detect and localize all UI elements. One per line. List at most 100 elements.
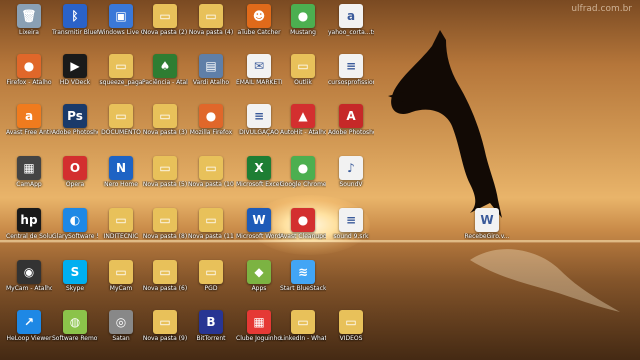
photoshop-icon: Ps [63, 104, 87, 128]
desktop-icon-label: Vardi Atalho [192, 79, 230, 86]
desktop-icon[interactable]: ▦ Clube Joguinhos [236, 310, 282, 342]
desktop-icon[interactable]: ▭ squeeze_paga [98, 54, 144, 86]
desktop-icon[interactable]: ◎ Satan [98, 310, 144, 342]
computer-icon: ▤ [199, 54, 223, 78]
desktop-icon[interactable]: ▭ DOCUMENTO [98, 104, 144, 136]
desktop-icon[interactable]: WMicrosoft Word 2010 [236, 208, 282, 240]
desktop-icon[interactable]: ● Google Chrome [280, 156, 326, 188]
desktop-icon-label: Avast Free Antivirus [6, 129, 52, 136]
desktop-icon[interactable]: ▤ Vardi Atalho [188, 54, 234, 86]
desktop-icon[interactable]: ● Firefox - Atalho [6, 54, 52, 86]
desktop-icon-label: HeLoop Viewer [6, 335, 52, 342]
desktop-icon-label: yahoo_corta...ts Atalho [328, 29, 374, 36]
desktop-icon[interactable]: ᛒTransmitir Bluetooth [52, 4, 98, 36]
desktop-icon[interactable]: ▭ Nova pasta (4) [188, 4, 234, 36]
desktop-icon-label: Nova pasta (10) [188, 181, 234, 188]
document-icon: ≡ [339, 54, 363, 78]
desktop-icon[interactable]: ▦ CamApp [6, 156, 52, 188]
desktop-icon[interactable]: ▭LinkedIn - WhatsApp ... [280, 310, 326, 342]
chrome-icon: ● [291, 156, 315, 180]
desktop-icon[interactable]: ≋ Start BlueStacks [280, 260, 326, 292]
desktop-icon[interactable]: W RecebeGiro.v... [464, 208, 510, 240]
desktop-icon[interactable]: S Skype [52, 260, 98, 292]
desktop-icon[interactable]: ◍Software Remove Master v5.0.1.3 [52, 310, 98, 342]
desktop-icon[interactable]: ▭ Nova pasta (6) [142, 260, 188, 292]
desktop-icon-label: Firefox - Atalho [6, 79, 52, 86]
document-icon: ≡ [339, 208, 363, 232]
bluetooth-icon: ᛒ [63, 4, 87, 28]
desktop-icon[interactable]: O Opera [52, 156, 98, 188]
folder-icon: ▭ [109, 54, 133, 78]
desktop-icon[interactable]: B BitTorrent [188, 310, 234, 342]
desktop-icon[interactable]: ▭ Nova pasta (5) [142, 156, 188, 188]
desktop-icon[interactable]: ●Avast Cleanupdate [280, 208, 326, 240]
desktop-icon[interactable]: ● Mozilla Firefox [188, 104, 234, 136]
desktop-icon[interactable]: AAdobe Photoshop CS5 [328, 104, 374, 136]
desktop-icon[interactable]: ▭ MyCam [98, 260, 144, 292]
desktop-icon-label: Nova pasta (11) [188, 233, 234, 240]
desktop-icon[interactable]: ▶ HD VDeck [52, 54, 98, 86]
viewer-icon: ↗ [17, 310, 41, 334]
desktop-icon[interactable]: ≡ sound 9.srk [328, 208, 374, 240]
desktop-icon[interactable]: ▭ Nova pasta (11) [188, 208, 234, 240]
folder-icon: ▭ [153, 208, 177, 232]
desktop-icon[interactable]: ▲ AutoHit - Atalho [280, 104, 326, 136]
desktop-icon[interactable]: ▭ Nova pasta (2) [142, 4, 188, 36]
desktop-icon[interactable]: ▣Windows Live Galeria de Fotos [98, 4, 144, 36]
desktop-icon-label: Nova pasta (3) [142, 129, 188, 136]
desktop-icon[interactable]: ◆ Apps [236, 260, 282, 292]
word-doc-icon: W [475, 208, 499, 232]
camapp-icon: ▦ [17, 156, 41, 180]
desktop-icon-label: Adobe Photoshop CS5 [328, 129, 374, 136]
desktop-icon[interactable]: PsAdobe Photoshop ... [52, 104, 98, 136]
document-icon: ✉ [247, 54, 271, 78]
desktop-icon[interactable]: ● Mustang [280, 4, 326, 36]
android-icon: ◆ [247, 260, 271, 284]
firefox-icon: ● [199, 104, 223, 128]
desktop-icon[interactable]: ≡cursosprofissionais (1) - Atalho [328, 54, 374, 86]
desktop-icon-label: BitTorrent [196, 335, 226, 342]
desktop-icon-label: Nova pasta (8) [142, 233, 188, 240]
desktop-icon[interactable]: ▭ Nova pasta (8) [142, 208, 188, 240]
acrobat-icon: A [339, 104, 363, 128]
desktop-icon[interactable]: ayahoo_corta...ts Atalho [328, 4, 374, 36]
skype-icon: S [63, 260, 87, 284]
document-icon: ≡ [247, 104, 271, 128]
desktop-icon[interactable]: ♪ SoundV [328, 156, 374, 188]
desktop-icon[interactable]: N Nero Home [98, 156, 144, 188]
desktop-icon-label: Software Remove Master v5.0.1.3 [52, 335, 98, 342]
desktop-icon[interactable]: ▭ Nova pasta (9) [142, 310, 188, 342]
desktop-icon-label: Outlik [294, 79, 312, 86]
desktop-icon-label: Apps [251, 285, 267, 292]
folder-icon: ▭ [153, 310, 177, 334]
desktop-icon[interactable]: aAvast Free Antivirus [6, 104, 52, 136]
desktop-icon[interactable]: ♠Paciência - Atalho [142, 54, 188, 86]
desktop-icon[interactable]: ◉ MyCam - Atalho [6, 260, 52, 292]
desktop-icon[interactable]: ▭ Nova pasta (10) [188, 156, 234, 188]
desktop-icon-label: CamApp [16, 181, 42, 188]
desktop-icon[interactable]: hpCentral de Soluções HP [6, 208, 52, 240]
desktop-icon[interactable]: ▭ PGD [188, 260, 234, 292]
desktop-icon-label: Central de Soluções HP [6, 233, 52, 240]
desktop-icon[interactable]: 🗑 Lixeira [6, 4, 52, 36]
desktop-icon[interactable]: ≡ DIVULGAÇÃO [236, 104, 282, 136]
desktop-icon[interactable]: ▭ INDITÉCNIC [98, 208, 144, 240]
desktop-icon-label: Mustang [290, 29, 316, 36]
desktop: ulfrad.com.br 🗑LixeiraᛒTransmitir Blueto… [0, 0, 640, 360]
desktop-icon[interactable]: ↗ HeLoop Viewer [6, 310, 52, 342]
desktop-icon-label: aTube Catcher [237, 29, 281, 36]
desktop-icon-label: Google Chrome [280, 181, 326, 188]
watermark-text: ulfrad.com.br [571, 4, 632, 14]
games-icon: ▦ [247, 310, 271, 334]
desktop-icon[interactable]: XMicrosoft Excel 2010 [236, 156, 282, 188]
hp-icon: hp [17, 208, 41, 232]
desktop-icon[interactable]: ✉EMAIL MARKETING [236, 54, 282, 86]
desktop-icon[interactable]: ▭ Nova pasta (3) [142, 104, 188, 136]
desktop-icon[interactable]: ▭ VIDEOS [328, 310, 374, 342]
desktop-icon-label: Satan [112, 335, 130, 342]
desktop-icon[interactable]: ▭ Outlik [280, 54, 326, 86]
desktop-icon-label: EMAIL MARKETING [236, 79, 282, 86]
desktop-icon[interactable]: ◐ GlarySoftware 5 [52, 208, 98, 240]
desktop-icon-label: INDITÉCNIC [103, 233, 139, 240]
desktop-icon[interactable]: ☻ aTube Catcher [236, 4, 282, 36]
